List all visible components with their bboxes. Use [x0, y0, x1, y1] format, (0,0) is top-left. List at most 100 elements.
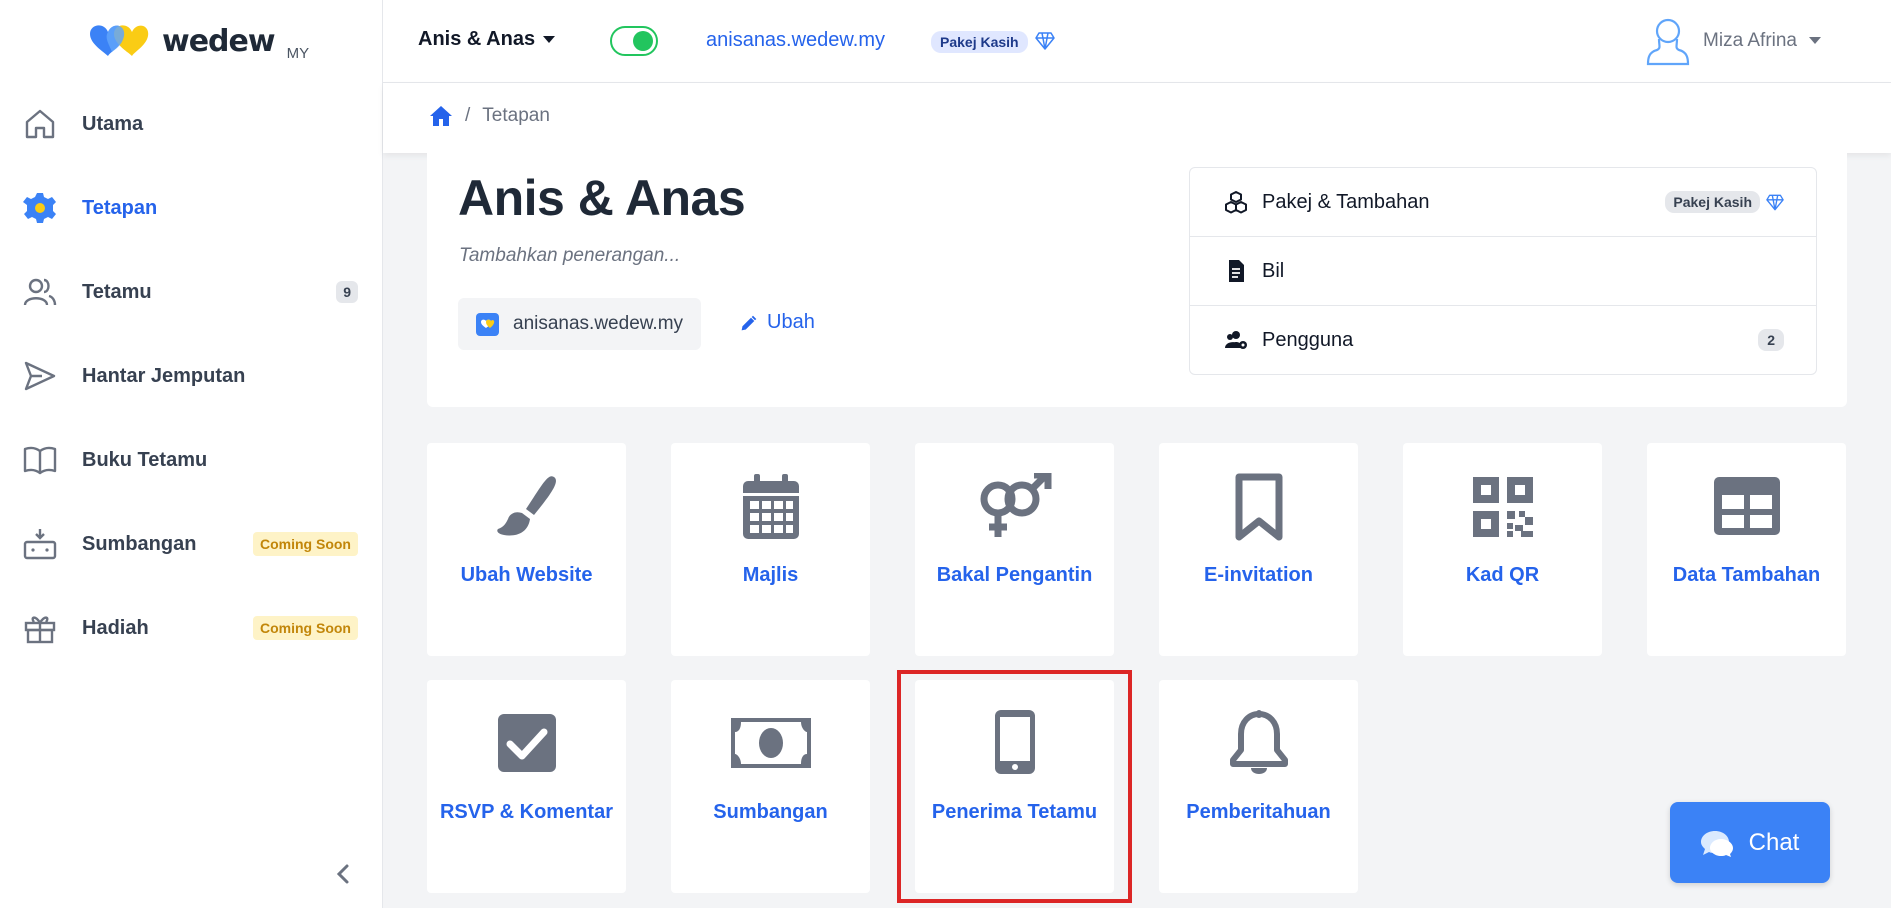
tile-label: E-invitation: [1204, 564, 1313, 586]
home-icon: [25, 109, 55, 139]
home-icon[interactable]: [429, 105, 453, 127]
breadcrumb-current: Tetapan: [482, 105, 550, 126]
coming-soon-badge: Coming Soon: [253, 616, 358, 640]
settings-list: Pakej & Tambahan Pakej Kasih Bil Penggun…: [1189, 167, 1817, 375]
money-bill-icon: [730, 718, 811, 768]
settings-row-label: Pengguna: [1262, 328, 1354, 351]
sidebar-item-hadiah[interactable]: Hadiah Coming Soon: [0, 586, 382, 670]
caret-down-icon: [1809, 37, 1821, 44]
gear-icon: [23, 193, 56, 223]
settings-row-label: Pakej & Tambahan: [1262, 190, 1430, 213]
guest-count-badge: 9: [336, 281, 358, 303]
breadcrumb-separator: /: [465, 105, 471, 126]
breadcrumb: / Tetapan: [429, 105, 550, 127]
sidebar-item-tetapan[interactable]: Tetapan: [0, 166, 382, 250]
collapse-sidebar-icon[interactable]: [332, 862, 356, 886]
tile-data-tambahan[interactable]: Data Tambahan: [1647, 443, 1846, 656]
sidebar-item-label: Sumbangan: [82, 532, 197, 555]
event-header-card: Anis & Anas Tambahkan penerangan... anis…: [427, 153, 1847, 407]
settings-row-pakej[interactable]: Pakej & Tambahan Pakej Kasih: [1190, 168, 1816, 237]
sidebar-item-buku-tetamu[interactable]: Buku Tetamu: [0, 418, 382, 502]
sidebar-item-utama[interactable]: Utama: [0, 82, 382, 166]
tile-label: Majlis: [742, 564, 799, 586]
venus-mars-icon: [980, 473, 1051, 537]
coming-soon-badge: Coming Soon: [253, 532, 358, 556]
highlight-box: [897, 670, 1132, 903]
settings-row-label: Bil: [1262, 259, 1285, 282]
chat-bubbles-icon: [1700, 830, 1733, 857]
user-avatar-icon: [1646, 18, 1690, 66]
tile-kad-qr[interactable]: Kad QR: [1403, 443, 1602, 656]
tile-sumbangan[interactable]: Sumbangan: [671, 680, 870, 893]
tile-label: Data Tambahan: [1672, 564, 1821, 586]
donation-box-icon: [23, 529, 57, 560]
package-badge: Pakej Kasih: [931, 31, 1028, 53]
toggle-knob: [633, 31, 653, 51]
event-selector-label: Anis & Anas: [418, 28, 536, 50]
diamond-icon: [1766, 194, 1784, 210]
sidebar-item-hantar-jemputan[interactable]: Hantar Jemputan: [0, 334, 382, 418]
sidebar-item-label: Hantar Jemputan: [82, 364, 246, 387]
tile-rsvp-komentar[interactable]: RSVP & Komentar: [427, 680, 626, 893]
site-url-link[interactable]: anisanas.wedew.my: [706, 29, 885, 52]
site-publish-toggle[interactable]: [610, 26, 658, 56]
table-icon: [1713, 477, 1780, 535]
brand-heart-icon: [90, 25, 149, 56]
edit-domain-button[interactable]: Ubah: [739, 311, 815, 334]
pencil-icon: [740, 313, 758, 332]
sidebar-item-tetamu[interactable]: Tetamu 9: [0, 250, 382, 334]
chat-label: Chat: [1748, 828, 1800, 856]
settings-row-pengguna[interactable]: Pengguna 2: [1190, 306, 1816, 374]
topbar: Anis & Anas anisanas.wedew.my Pakej Kasi…: [383, 0, 1891, 83]
tile-e-invitation[interactable]: E-invitation: [1159, 443, 1358, 656]
user-name: Miza Afrina: [1703, 30, 1797, 51]
event-title: Anis & Anas: [458, 170, 746, 226]
check-square-icon: [497, 714, 556, 772]
gift-icon: [24, 616, 56, 644]
tile-majlis[interactable]: Majlis: [671, 443, 870, 656]
event-description-field[interactable]: Tambahkan penerangan...: [459, 245, 680, 267]
package-badge: Pakej Kasih: [1665, 191, 1760, 213]
users-icon: [23, 278, 57, 306]
settings-row-bil[interactable]: Bil: [1190, 237, 1816, 306]
brand-logo[interactable]: wedew MY: [86, 22, 309, 62]
book-icon: [23, 446, 57, 475]
brand-suffix: MY: [286, 45, 310, 62]
send-icon: [24, 361, 56, 391]
domain-text: anisanas.wedew.my: [513, 313, 684, 334]
sidebar-item-label: Buku Tetamu: [82, 448, 208, 471]
event-selector[interactable]: Anis & Anas: [418, 28, 556, 51]
edit-label: Ubah: [767, 311, 815, 333]
domain-box: anisanas.wedew.my: [458, 298, 702, 350]
chat-button[interactable]: Chat: [1670, 802, 1830, 883]
brand-name: wedew: [162, 24, 276, 59]
tile-label: Bakal Pengantin: [936, 564, 1093, 586]
tile-bakal-pengantin[interactable]: Bakal Pengantin: [915, 443, 1114, 656]
breadcrumb-bar: / Tetapan: [383, 83, 1891, 153]
tile-ubah-website[interactable]: Ubah Website: [427, 443, 626, 656]
sidebar-item-label: Tetamu: [82, 280, 152, 303]
bell-icon: [1229, 710, 1288, 774]
sidebar: wedew MY Utama Tetapan Tetamu 9 Hantar J…: [0, 0, 383, 908]
calendar-icon: [742, 474, 799, 539]
invoice-icon: [1229, 260, 1244, 282]
tile-label: Kad QR: [1465, 564, 1540, 586]
sidebar-item-sumbangan[interactable]: Sumbangan Coming Soon: [0, 502, 382, 586]
bookmark-icon: [1235, 473, 1282, 541]
sidebar-item-label: Utama: [82, 112, 144, 135]
users-cog-icon: [1225, 331, 1247, 349]
domain-logo-icon: [476, 312, 499, 336]
qrcode-icon: [1472, 477, 1533, 537]
tile-label: RSVP & Komentar: [439, 801, 613, 823]
tile-pemberitahuan[interactable]: Pemberitahuan: [1159, 680, 1358, 893]
user-menu[interactable]: Miza Afrina: [1645, 16, 1821, 66]
diamond-icon: [1035, 32, 1055, 50]
tile-label: Sumbangan: [713, 801, 828, 823]
sidebar-item-label: Tetapan: [82, 196, 158, 219]
cubes-icon: [1225, 191, 1247, 214]
tile-label: Pemberitahuan: [1186, 801, 1331, 823]
tile-label: Ubah Website: [460, 564, 593, 586]
caret-down-icon: [543, 35, 556, 43]
user-count-badge: 2: [1758, 329, 1784, 351]
paint-brush-icon: [496, 476, 556, 536]
